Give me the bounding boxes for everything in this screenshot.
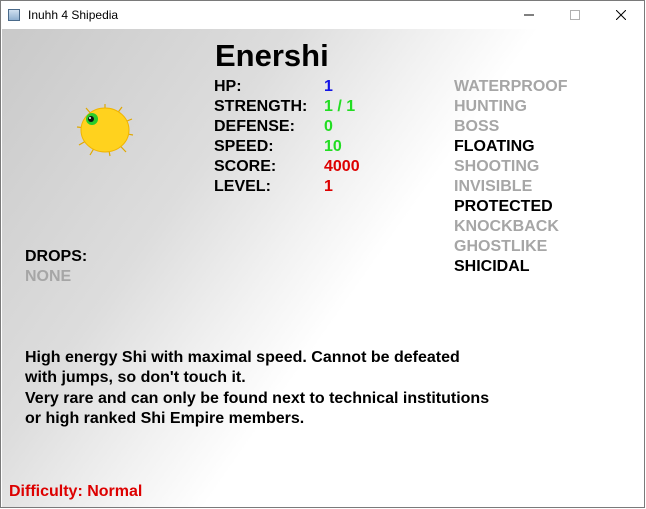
stat-value-score: 4000 (324, 158, 360, 175)
enershi-sprite-icon (76, 104, 134, 157)
stat-value-defense: 0 (324, 118, 333, 135)
creature-description: High energy Shi with maximal speed. Cann… (25, 348, 545, 429)
flag-knockback: KNOCKBACK (454, 218, 559, 235)
stat-label-hp: HP: (214, 78, 242, 95)
flag-waterproof: WATERPROOF (454, 78, 568, 95)
drops-label: DROPS: (25, 248, 88, 265)
difficulty-label: Difficulty: Normal (9, 483, 143, 500)
stat-label-speed: SPEED: (214, 138, 274, 155)
description-line: High energy Shi with maximal speed. Cann… (25, 349, 460, 366)
creature-name: Enershi (215, 38, 329, 73)
stat-value-hp: 1 (324, 78, 333, 95)
stat-label-level: LEVEL: (214, 178, 271, 195)
flag-protected: PROTECTED (454, 198, 553, 215)
stat-label-score: SCORE: (214, 158, 277, 175)
stat-value-speed: 10 (324, 138, 342, 155)
description-line: with jumps, so don't touch it. (25, 369, 246, 387)
description-line: or high ranked Shi Empire members. (25, 409, 305, 427)
app-icon (8, 9, 20, 21)
window-title: Inuhh 4 Shipedia (28, 8, 119, 22)
description-line: Very rare and can only be found next to … (25, 389, 490, 407)
flag-hunting: HUNTING (454, 98, 527, 115)
minimize-icon (524, 14, 534, 16)
minimize-button[interactable] (506, 1, 552, 29)
maximize-icon (570, 10, 580, 20)
flag-shooting: SHOOTING (454, 158, 540, 175)
app-window: Inuhh 4 Shipedia Enershi HP: 1 STRENGTH:… (0, 0, 645, 508)
stat-value-strength: 1 / 1 (324, 98, 356, 115)
shipedia-entry: Enershi HP: 1 STRENGTH: 1 / 1 DEFENSE: 0… (2, 29, 644, 507)
close-icon (616, 10, 626, 20)
stat-value-level: 1 (324, 178, 333, 195)
flag-boss: BOSS (454, 118, 500, 135)
flag-floating: FLOATING (454, 138, 535, 155)
flag-invisible: INVISIBLE (454, 178, 533, 195)
drops-value: NONE (25, 268, 72, 285)
flag-shicidal: SHICIDAL (454, 258, 530, 275)
flag-ghostlike: GHOSTLIKE (454, 238, 548, 255)
title-bar[interactable]: Inuhh 4 Shipedia (1, 1, 644, 29)
maximize-button[interactable] (552, 1, 598, 29)
stat-label-defense: DEFENSE: (214, 118, 295, 135)
stat-label-strength: STRENGTH: (214, 98, 308, 115)
close-button[interactable] (598, 1, 644, 29)
